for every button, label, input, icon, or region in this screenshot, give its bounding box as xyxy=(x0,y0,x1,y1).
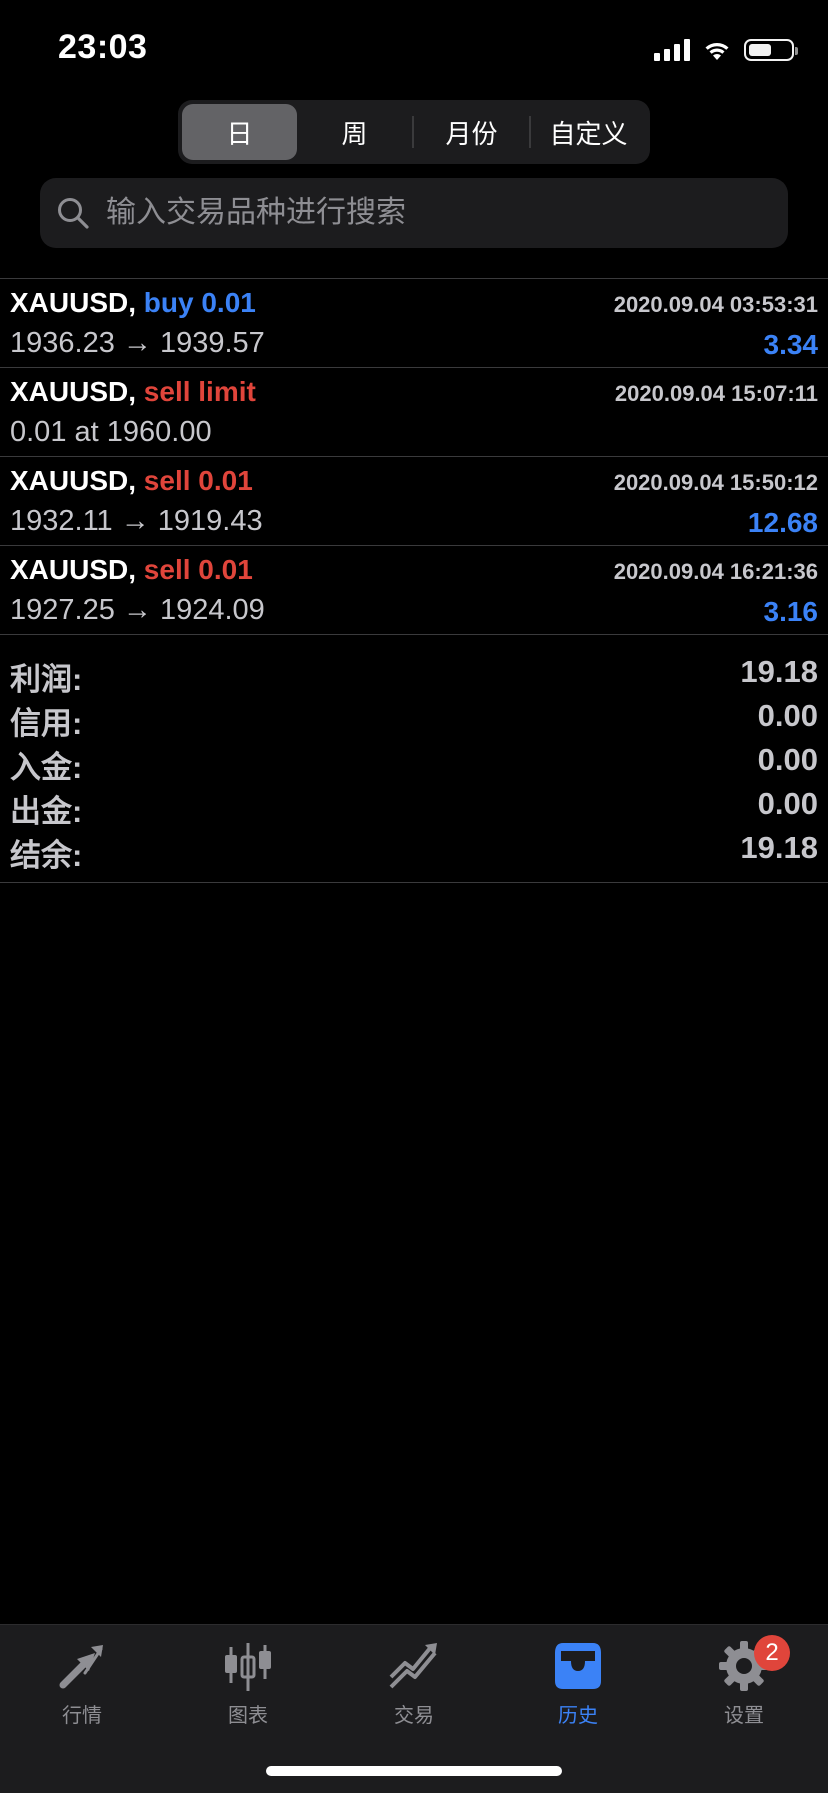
order-prices: 1927.25 → 1924.09 xyxy=(10,594,265,626)
list-item[interactable]: XAUUSD, sell 0.01 2020.09.04 16:21:36 19… xyxy=(0,546,828,635)
order-symbol: XAUUSD, xyxy=(10,376,137,407)
summary-deposit: 入金: 0.00 xyxy=(0,738,828,785)
summary-label: 出金: xyxy=(10,794,83,829)
tab-label: 行情 xyxy=(62,1705,102,1727)
home-indicator[interactable] xyxy=(266,1766,562,1776)
candlestick-chart-icon xyxy=(225,1643,271,1691)
tab-quotes[interactable]: 行情 xyxy=(22,1639,142,1728)
tab-label: 交易 xyxy=(394,1705,434,1727)
tab-chart[interactable]: 图表 xyxy=(188,1639,308,1728)
summary-profit: 利润: 19.18 xyxy=(0,650,828,697)
period-segmented-control: 日 周 月份 自定义 xyxy=(178,100,650,164)
summary-label: 利润: xyxy=(10,662,83,697)
wifi-icon xyxy=(705,43,729,60)
history-inbox-icon xyxy=(555,1643,601,1689)
order-action: buy 0.01 xyxy=(143,287,256,318)
order-time: 2020.09.04 15:07:11 xyxy=(614,381,818,406)
order-prices: 1936.23 → 1939.57 xyxy=(10,327,265,359)
tab-trade[interactable]: 交易 xyxy=(354,1639,474,1728)
order-symbol: XAUUSD, xyxy=(10,554,137,585)
list-item[interactable]: XAUUSD, sell 0.01 2020.09.04 15:50:12 19… xyxy=(0,457,828,546)
order-prices: 0.01 at 1960.00 xyxy=(10,416,212,448)
order-title: XAUUSD, sell 0.01 xyxy=(10,465,253,497)
search-icon xyxy=(58,198,89,229)
summary-balance: 结余: 19.18 xyxy=(0,826,828,873)
search-bar[interactable] xyxy=(40,178,788,248)
account-summary: 利润: 19.18 信用: 0.00 入金: 0.00 出金: 0.00 结余:… xyxy=(0,640,828,883)
order-profit: 12.68 xyxy=(747,507,818,538)
order-title: XAUUSD, sell limit xyxy=(10,376,256,408)
list-item[interactable]: XAUUSD, buy 0.01 2020.09.04 03:53:31 193… xyxy=(0,279,828,368)
order-time: 2020.09.04 15:50:12 xyxy=(613,470,818,495)
order-action: sell 0.01 xyxy=(143,554,253,585)
trade-trend-icon xyxy=(389,1643,437,1689)
battery-icon xyxy=(744,39,798,61)
tab-settings[interactable]: 2 设置 xyxy=(684,1635,804,1728)
segment-month[interactable]: 月份 xyxy=(414,104,529,160)
summary-value: 0.00 xyxy=(757,742,818,777)
tab-history[interactable]: 历史 xyxy=(518,1639,638,1728)
tab-label: 图表 xyxy=(228,1705,268,1727)
order-action: sell 0.01 xyxy=(143,465,253,496)
order-symbol: XAUUSD, xyxy=(10,465,137,496)
list-item[interactable]: XAUUSD, sell limit 2020.09.04 15:07:11 0… xyxy=(0,368,828,457)
tab-label: 历史 xyxy=(558,1705,598,1727)
summary-value: 0.00 xyxy=(757,698,818,733)
segment-day[interactable]: 日 xyxy=(182,104,297,160)
summary-label: 信用: xyxy=(10,706,83,741)
order-time: 2020.09.04 16:21:36 xyxy=(613,559,818,584)
order-action: sell limit xyxy=(143,376,256,407)
history-list: XAUUSD, buy 0.01 2020.09.04 03:53:31 193… xyxy=(0,278,828,635)
notification-badge: 2 xyxy=(754,1635,790,1671)
status-bar: 23:03 xyxy=(0,0,828,100)
status-time: 23:03 xyxy=(58,28,148,66)
segment-week[interactable]: 周 xyxy=(297,104,412,160)
summary-value: 19.18 xyxy=(740,830,818,865)
order-title: XAUUSD, buy 0.01 xyxy=(10,287,256,319)
order-symbol: XAUUSD, xyxy=(10,287,137,318)
segment-custom[interactable]: 自定义 xyxy=(531,104,646,160)
order-profit: 3.34 xyxy=(763,329,819,360)
order-profit: 3.16 xyxy=(763,596,819,627)
cellular-signal-icon xyxy=(654,39,690,61)
search-input[interactable] xyxy=(104,195,748,231)
summary-withdrawal: 出金: 0.00 xyxy=(0,782,828,829)
summary-credit: 信用: 0.00 xyxy=(0,694,828,741)
summary-label: 结余: xyxy=(10,838,83,873)
order-time: 2020.09.04 03:53:31 xyxy=(613,292,818,317)
summary-value: 0.00 xyxy=(757,786,818,821)
summary-label: 入金: xyxy=(10,750,83,785)
system-icons xyxy=(654,34,798,66)
tab-label: 设置 xyxy=(724,1705,764,1727)
order-prices: 1932.11 → 1919.43 xyxy=(10,505,263,537)
summary-value: 19.18 xyxy=(740,654,818,689)
quotes-arrows-icon xyxy=(59,1645,103,1689)
order-title: XAUUSD, sell 0.01 xyxy=(10,554,253,586)
